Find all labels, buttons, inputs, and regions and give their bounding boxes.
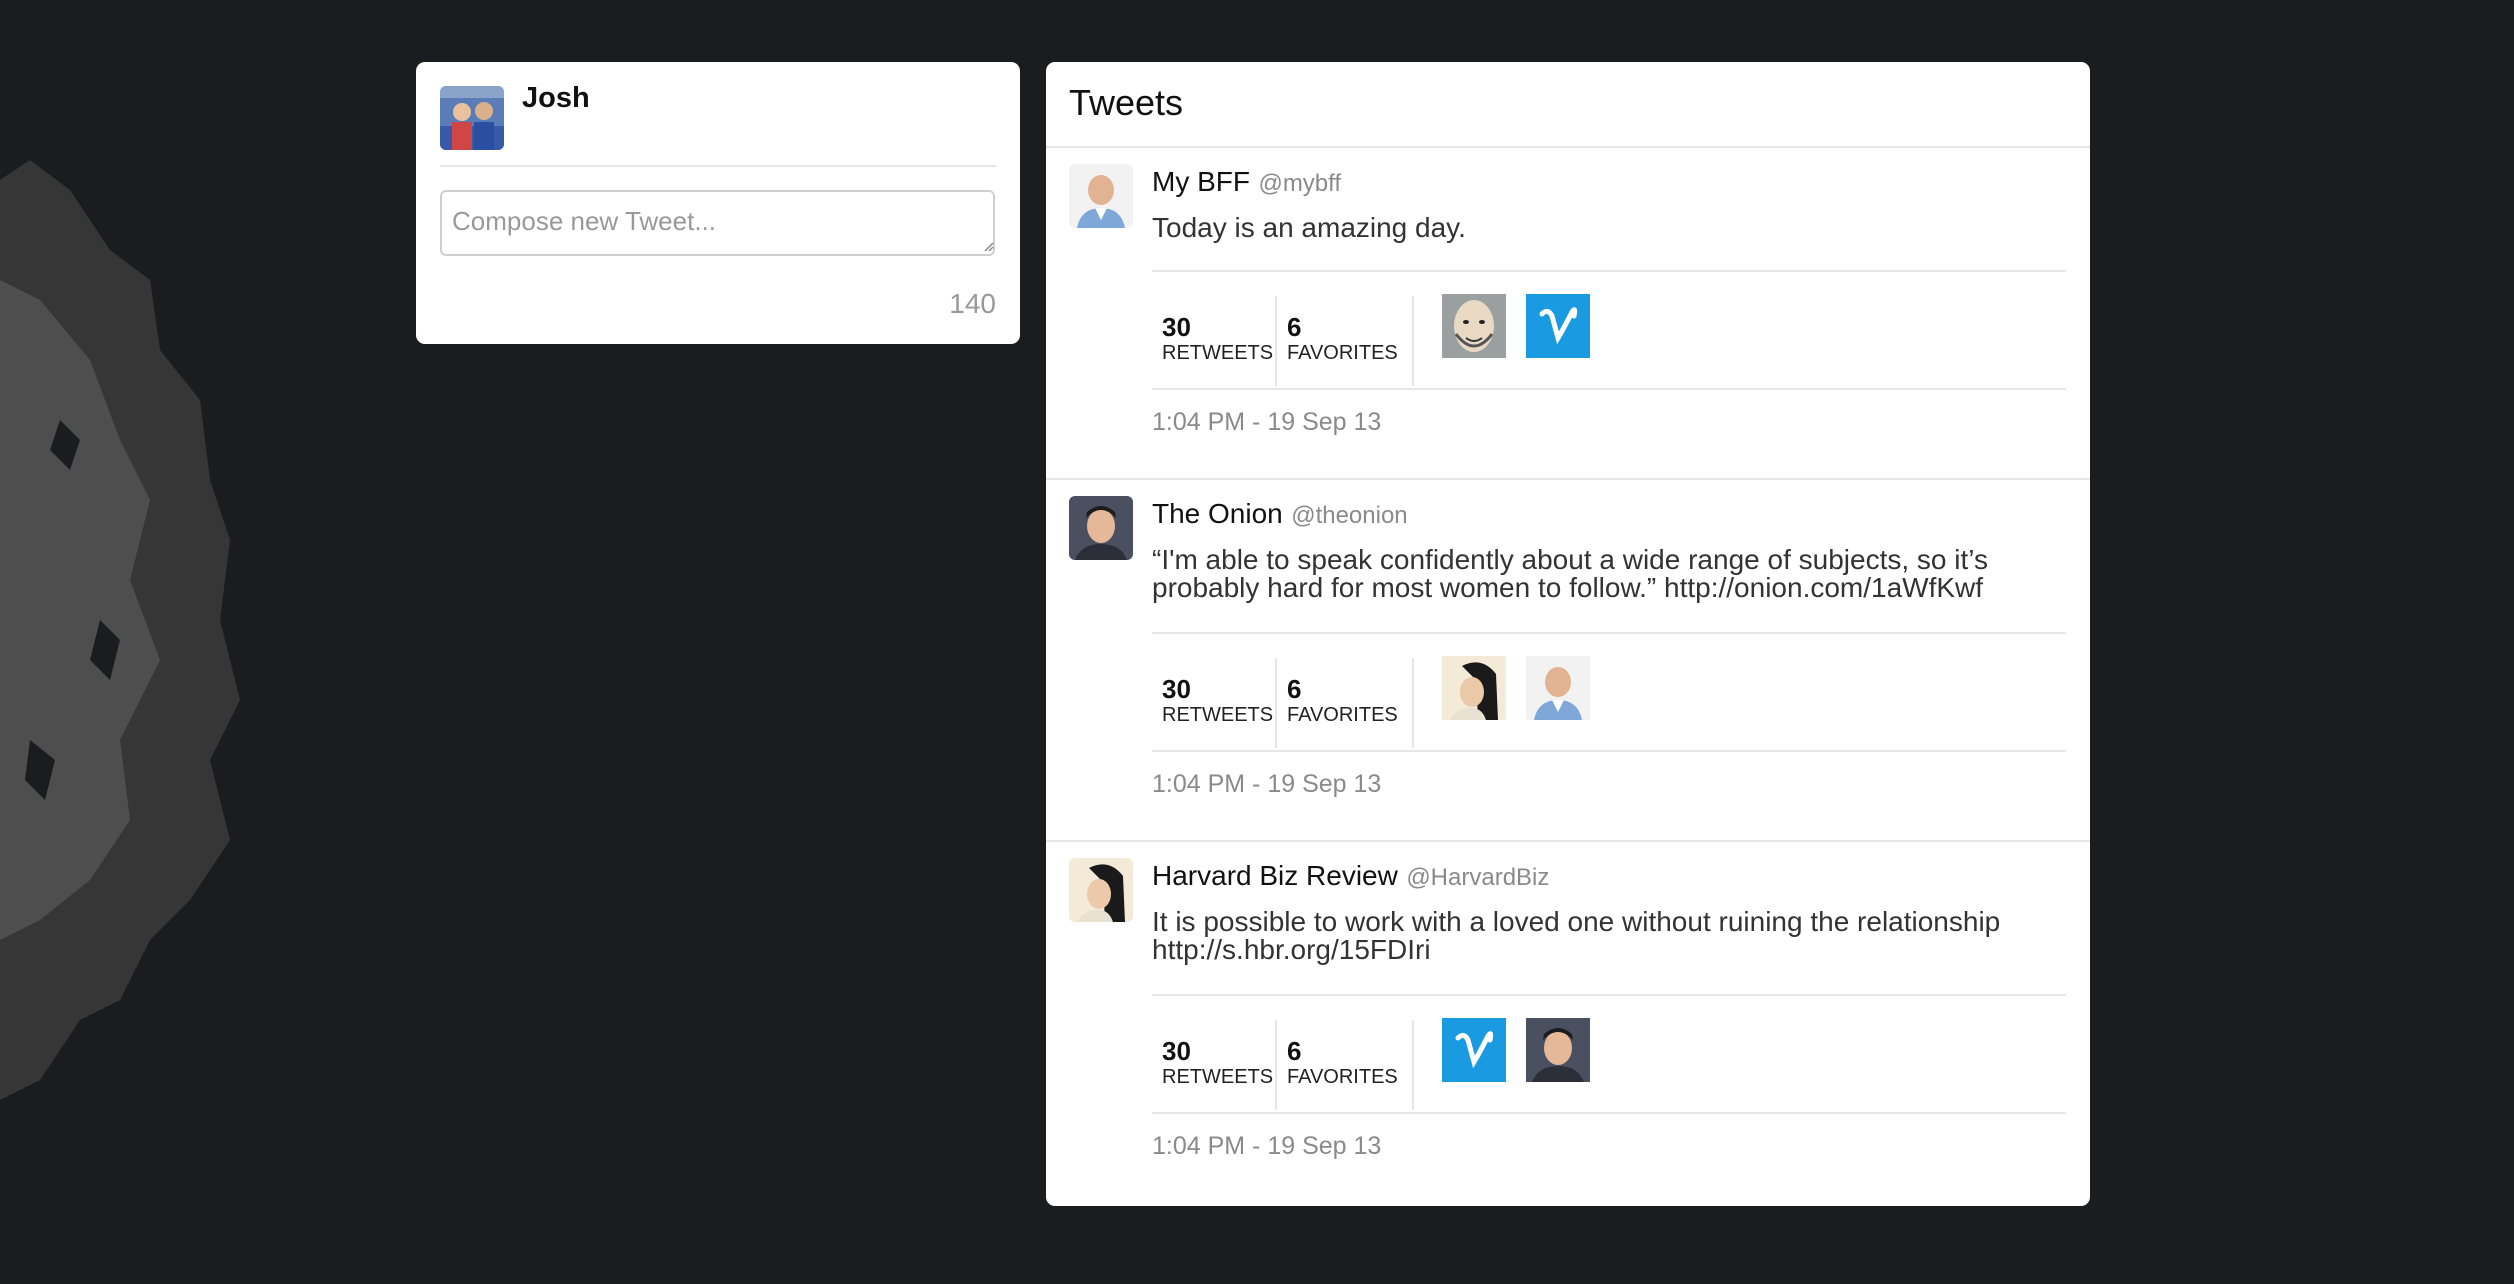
favorites-stat[interactable]: 6 FAVORITES — [1277, 658, 1414, 748]
tweet-divider — [1046, 478, 2090, 480]
tweet-text: “I'm able to speak confidently about a w… — [1152, 544, 1988, 603]
tweet-author-handle[interactable]: @mybff — [1258, 170, 1341, 197]
favorites-count: 6 — [1287, 312, 1302, 342]
retweets-count: 30 — [1162, 312, 1191, 342]
tweet-author-handle[interactable]: @theonion — [1291, 502, 1407, 529]
compose-tweet-input[interactable] — [440, 190, 995, 256]
tweet-avatar[interactable] — [1069, 164, 1133, 228]
compose-panel: Josh 140 — [416, 62, 1020, 344]
resize-handle-icon[interactable] — [982, 240, 994, 252]
retweeter-avatar[interactable] — [1442, 656, 1506, 720]
retweets-label: RETWEETS — [1162, 1066, 1274, 1088]
retweeter-avatar[interactable] — [1442, 294, 1506, 358]
tweet-stats: 30 RETWEETS 6 FAVORITES — [1152, 270, 2066, 390]
retweets-count: 30 — [1162, 1036, 1191, 1066]
tweet-timestamp[interactable]: 1:04 PM - 19 Sep 13 — [1152, 1132, 1381, 1161]
vimeo-icon[interactable] — [1442, 1018, 1506, 1082]
favorites-stat[interactable]: 6 FAVORITES — [1277, 296, 1414, 386]
tweet-author-handle[interactable]: @HarvardBiz — [1406, 864, 1549, 891]
tweet-header: Harvard Biz Review @HarvardBiz — [1152, 860, 1549, 892]
tweet-stats: 30 RETWEETS 6 FAVORITES — [1152, 632, 2066, 752]
tweet-avatar[interactable] — [1069, 858, 1133, 922]
background-texture — [0, 160, 240, 1100]
tweet-header: The Onion @theonion — [1152, 498, 1408, 530]
vimeo-icon[interactable] — [1526, 294, 1590, 358]
tweet-divider — [1046, 840, 2090, 842]
retweets-stat[interactable]: 30 RETWEETS — [1152, 658, 1277, 748]
favorites-stat[interactable]: 6 FAVORITES — [1277, 1020, 1414, 1110]
tweet-item[interactable]: My BFF @mybff Today is an amazing day. 3… — [1046, 146, 2090, 508]
tweet-text: It is possible to work with a loved one … — [1152, 906, 2001, 965]
tweet-avatar[interactable] — [1069, 496, 1133, 560]
tweet-item[interactable]: Harvard Biz Review @HarvardBiz It is pos… — [1046, 840, 2090, 1202]
character-count: 140 — [949, 288, 996, 319]
tweet-text: Today is an amazing day. — [1152, 212, 1466, 243]
retweets-label: RETWEETS — [1162, 704, 1274, 726]
retweets-label: RETWEETS — [1162, 342, 1274, 364]
tweets-panel: Tweets My BFF @mybff Today is an amazing… — [1046, 62, 2090, 1206]
tweet-author-name[interactable]: The Onion — [1152, 498, 1283, 529]
retweets-stat[interactable]: 30 RETWEETS — [1152, 296, 1277, 386]
tweet-header: My BFF @mybff — [1152, 166, 1341, 198]
tweets-title: Tweets — [1069, 82, 1184, 123]
tweet-author-name[interactable]: Harvard Biz Review — [1152, 860, 1398, 891]
tweet-timestamp[interactable]: 1:04 PM - 19 Sep 13 — [1152, 770, 1381, 799]
favorites-label: FAVORITES — [1287, 704, 1398, 726]
favorites-count: 6 — [1287, 1036, 1302, 1066]
favoriter-avatar[interactable] — [1526, 1018, 1590, 1082]
user-name: Josh — [522, 82, 590, 114]
tweet-item[interactable]: The Onion @theonion “I'm able to speak c… — [1046, 478, 2090, 840]
user-avatar[interactable] — [440, 86, 504, 150]
favoriter-avatar[interactable] — [1526, 656, 1590, 720]
retweets-count: 30 — [1162, 674, 1191, 704]
tweet-author-name[interactable]: My BFF — [1152, 166, 1250, 197]
favorites-count: 6 — [1287, 674, 1302, 704]
favorites-label: FAVORITES — [1287, 342, 1398, 364]
favorites-label: FAVORITES — [1287, 1066, 1398, 1088]
tweet-timestamp[interactable]: 1:04 PM - 19 Sep 13 — [1152, 408, 1381, 437]
retweets-stat[interactable]: 30 RETWEETS — [1152, 1020, 1277, 1110]
tweet-stats: 30 RETWEETS 6 FAVORITES — [1152, 994, 2066, 1114]
compose-divider — [440, 165, 996, 167]
